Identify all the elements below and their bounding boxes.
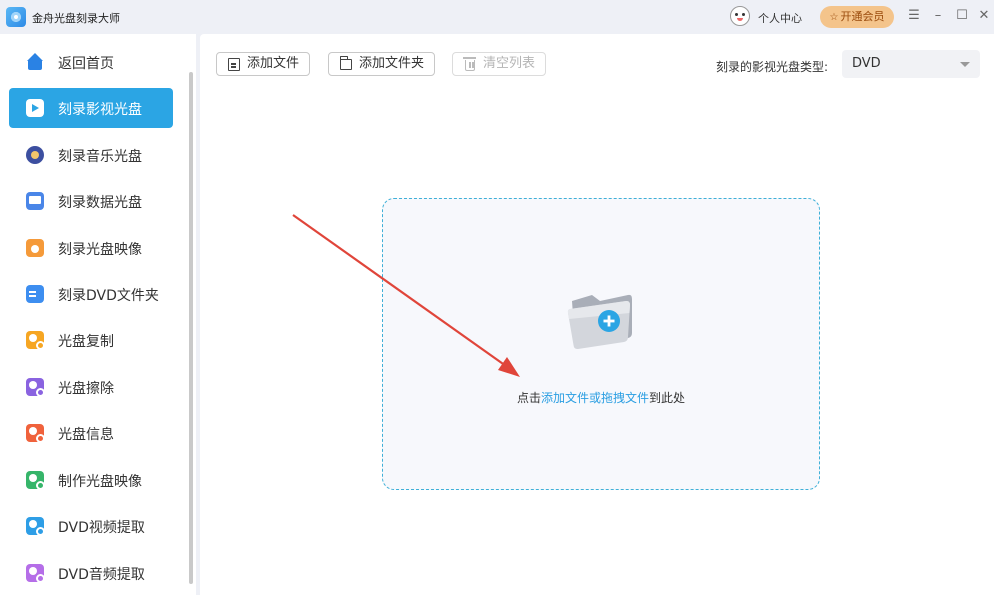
sidebar-item-make-disc-image[interactable]: 制作光盘映像 [9,460,173,500]
sidebar-item-label: 刻录DVD文件夹 [58,288,159,304]
dvd-folder-icon [26,285,44,303]
sidebar-item-label: 制作光盘映像 [58,474,142,490]
user-center-link[interactable]: 个人中心 [758,10,802,26]
sidebar-item-label: 刻录音乐光盘 [58,149,142,165]
sidebar-item-home[interactable]: 返回首页 [9,42,173,82]
sidebar-item-label: 刻录光盘映像 [58,242,142,258]
sidebar-item-burn-dvd-folder[interactable]: 刻录DVD文件夹 [9,274,173,314]
add-folder-button[interactable]: 添加文件夹 [328,52,436,76]
app-logo-icon [6,7,26,27]
sidebar-item-label: 光盘擦除 [58,381,114,397]
main-panel: 添加文件 添加文件夹 清空列表 刻录的影视光盘类型: DVD 点击添加文件或拖拽… [200,34,994,595]
sidebar-item-label: 返回首页 [58,56,114,72]
sidebar-item-burn-video-disc[interactable]: 刻录影视光盘 [9,88,173,128]
close-icon[interactable]: ✕ [976,8,992,24]
drop-hint-suffix: 到此处 [649,391,686,405]
sidebar-item-label: DVD音频提取 [58,567,145,583]
sidebar-item-label: 刻录影视光盘 [58,102,142,118]
dvd-video-extract-icon [26,517,45,536]
sidebar-item-label: 光盘信息 [58,427,114,443]
add-folder-label: 添加文件夹 [359,56,425,71]
file-dropzone[interactable]: 点击添加文件或拖拽文件到此处 [382,198,820,490]
caret-down-icon [960,62,970,67]
disc-type-label: 刻录的影视光盘类型: [716,60,829,74]
file-icon [228,58,240,71]
sidebar-item-disc-erase[interactable]: 光盘擦除 [9,367,173,407]
music-disc-icon [26,146,44,164]
drop-hint-prefix: 点击 [516,391,541,405]
thumb-up-icon: ☆ [829,12,839,23]
sidebar-item-label: 刻录数据光盘 [58,195,142,211]
disc-erase-icon [26,378,45,397]
add-folder-icon [567,294,632,350]
add-file-label: 添加文件 [247,56,300,71]
dvd-audio-extract-icon [26,564,45,583]
maximize-icon[interactable]: ☐ [954,8,970,24]
disc-type-value: DVD [852,56,881,71]
sidebar-item-burn-music-disc[interactable]: 刻录音乐光盘 [9,135,173,175]
user-avatar-icon[interactable] [730,6,750,26]
disc-type-select[interactable]: DVD [842,50,980,78]
folder-icon [339,56,352,70]
minimize-icon[interactable]: – [930,8,946,24]
clear-list-label: 清空列表 [483,56,536,71]
title-bar: 金舟光盘刻录大师 个人中心 ☆ 开通会员 ☰ – ☐ ✕ [0,0,994,34]
home-icon [26,53,44,71]
trash-icon [463,57,476,71]
sidebar-scrollbar[interactable] [189,72,193,584]
disc-image-icon [26,239,44,257]
app-title: 金舟光盘刻录大师 [32,12,120,25]
sidebar-item-dvd-audio-extract[interactable]: DVD音频提取 [9,553,173,593]
vip-label: 开通会员 [840,10,885,23]
sidebar-item-burn-data-disc[interactable]: 刻录数据光盘 [9,181,173,221]
sidebar-item-disc-info[interactable]: 光盘信息 [9,413,173,453]
clear-list-button[interactable]: 清空列表 [452,52,547,76]
sidebar-item-label: DVD视频提取 [58,520,145,536]
add-file-button[interactable]: 添加文件 [216,52,311,76]
sidebar-item-label: 光盘复制 [58,334,114,350]
sidebar: 返回首页 刻录影视光盘 刻录音乐光盘 刻录数据光盘 刻录光盘映像 刻录DVD文件… [0,34,196,595]
sidebar-item-disc-copy[interactable]: 光盘复制 [9,320,173,360]
sidebar-item-burn-disc-image[interactable]: 刻录光盘映像 [9,228,173,268]
sidebar-item-dvd-video-extract[interactable]: DVD视频提取 [9,506,173,546]
make-image-icon [26,471,45,490]
data-disc-icon [26,192,44,210]
disc-copy-icon [26,331,45,350]
drop-hint: 点击添加文件或拖拽文件到此处 [383,389,819,406]
disc-info-icon [26,424,45,443]
video-disc-icon [26,99,44,117]
add-or-drag-link[interactable]: 添加文件或拖拽文件 [541,391,649,405]
vip-button[interactable]: ☆ 开通会员 [820,6,894,28]
menu-icon[interactable]: ☰ [906,8,922,24]
